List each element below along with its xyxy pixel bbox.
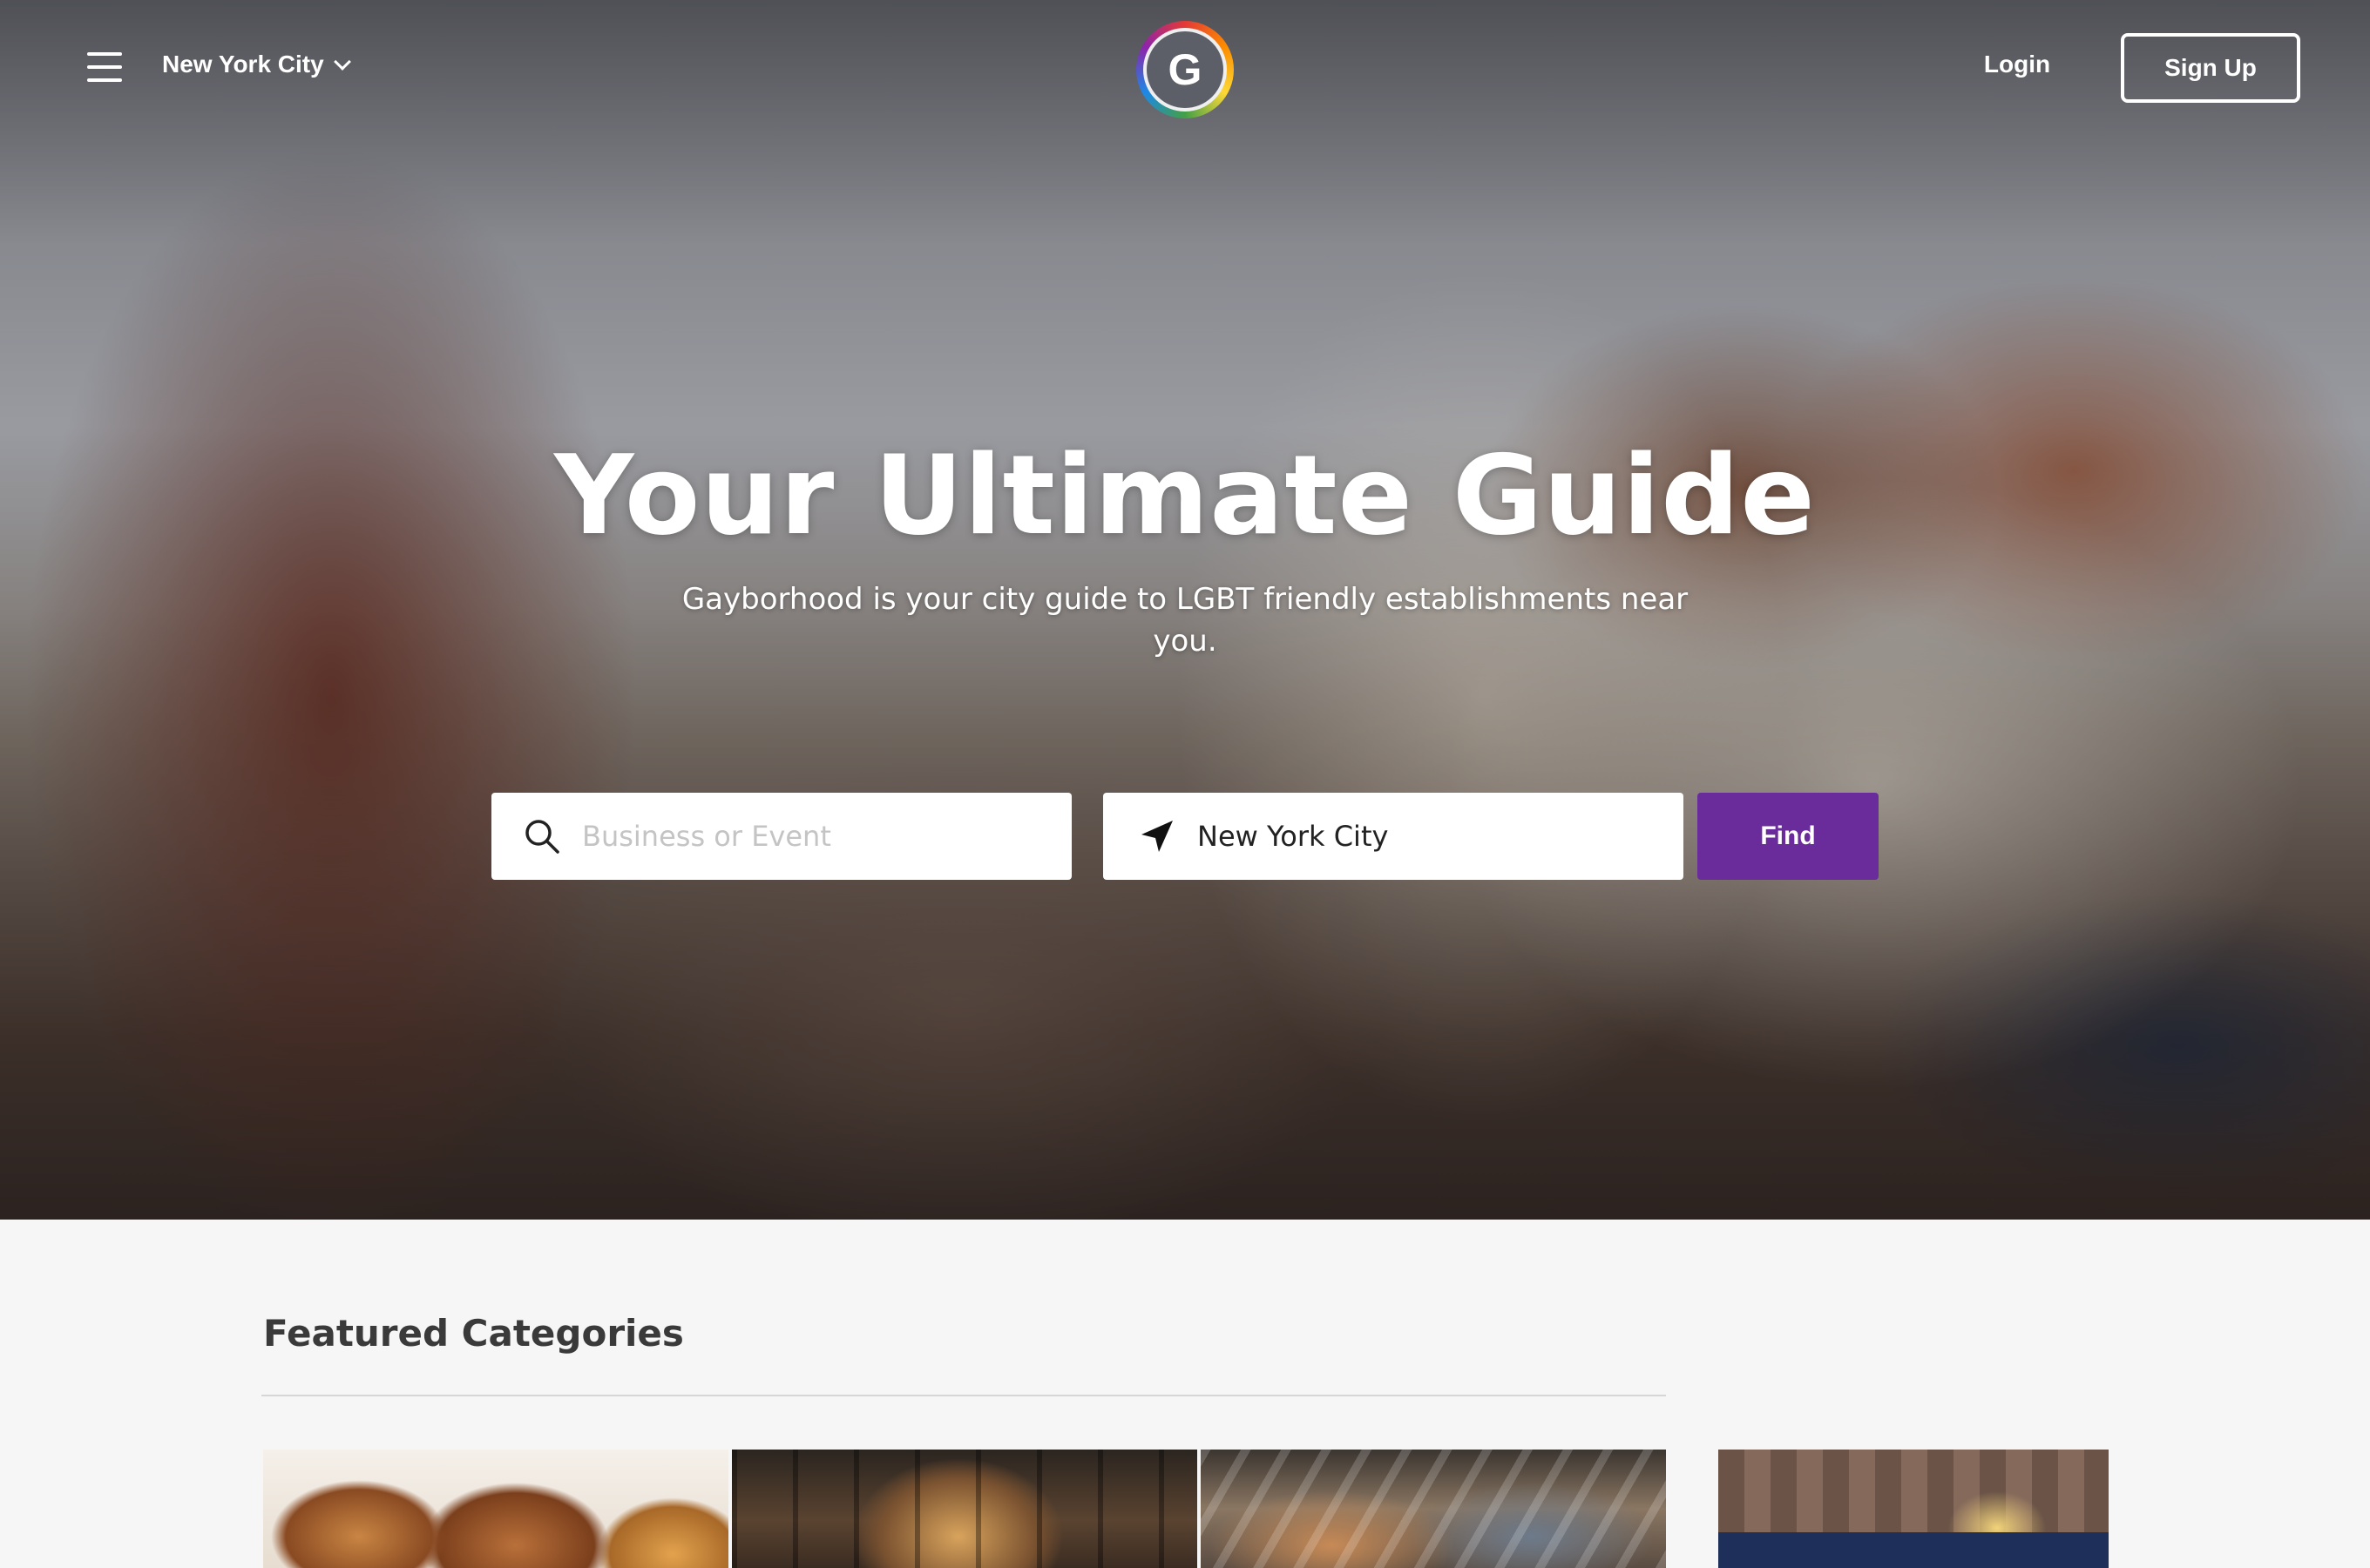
sign-up-button[interactable]: Sign Up xyxy=(2121,33,2300,103)
logo-letter: G xyxy=(1168,45,1202,94)
login-link[interactable]: Login xyxy=(1952,51,2082,78)
hero-headline: Your Ultimate Guide xyxy=(554,431,1816,559)
find-button[interactable]: Find xyxy=(1697,793,1879,880)
business-search-field[interactable] xyxy=(491,793,1072,880)
gayborhood-logo[interactable]: G xyxy=(1136,21,1234,118)
location-search-field[interactable] xyxy=(1103,793,1683,880)
city-selector[interactable]: New York City xyxy=(162,51,351,78)
city-selector-label: New York City xyxy=(162,51,324,78)
featured-sidebar-image[interactable] xyxy=(1718,1450,2109,1568)
top-navigation-bar: New York City G Login Sign Up xyxy=(0,0,2370,139)
hero-subheadline: Gayborhood is your city guide to LGBT fr… xyxy=(681,582,1689,659)
location-arrow-icon xyxy=(1141,821,1173,852)
category-tile-restaurants[interactable] xyxy=(263,1450,728,1568)
category-tile-events[interactable] xyxy=(1201,1450,1666,1568)
hamburger-menu-icon[interactable] xyxy=(87,52,122,82)
chevron-down-icon xyxy=(333,53,351,71)
featured-categories-heading: Featured Categories xyxy=(263,1312,684,1355)
section-divider xyxy=(261,1395,1666,1396)
logo-badge: G xyxy=(1143,28,1227,112)
business-search-input[interactable] xyxy=(580,810,1051,862)
search-icon xyxy=(525,820,559,854)
location-input[interactable] xyxy=(1195,810,1666,862)
category-tile-bars[interactable] xyxy=(732,1450,1197,1568)
